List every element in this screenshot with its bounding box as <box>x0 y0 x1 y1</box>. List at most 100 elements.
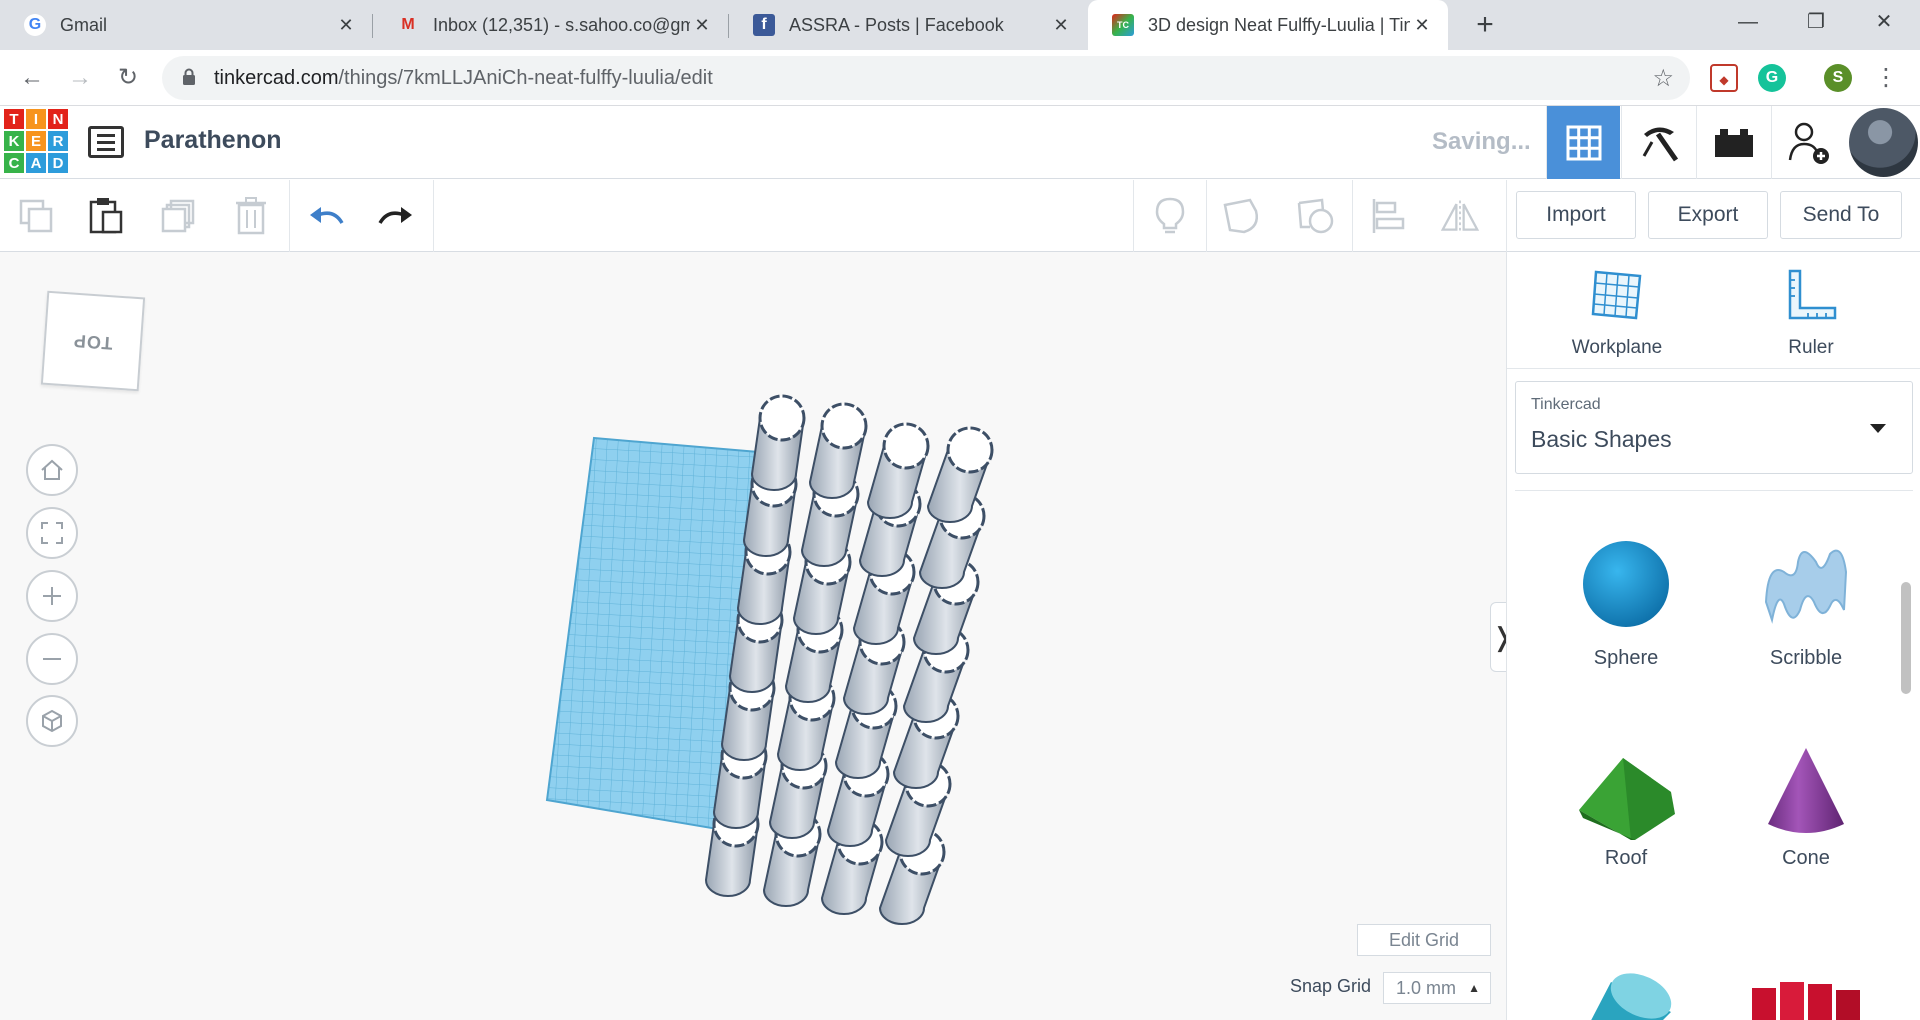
close-icon[interactable]: ✕ <box>334 15 358 36</box>
save-status: Saving... <box>1432 128 1531 155</box>
shape-label: Sphere <box>1593 647 1659 669</box>
panel-divider <box>1515 490 1913 491</box>
extension-shield-icon[interactable]: ◆ <box>1710 64 1738 92</box>
shape-label: Roof <box>1604 847 1648 869</box>
scene-view[interactable] <box>0 252 1506 1020</box>
paste-button[interactable] <box>86 196 126 236</box>
close-icon[interactable]: ✕ <box>1049 15 1073 36</box>
app-header: TIN KER CAD Parathenon Saving... <box>0 106 1920 179</box>
redo-icon <box>378 207 412 224</box>
3d-workplane-canvas[interactable]: TOP ❭ Edit Grid S <box>0 252 1506 1020</box>
workplane-tool[interactable]: Workplane <box>1547 268 1687 359</box>
toolbar-divider <box>1506 180 1507 252</box>
url-text: tinkercad.com/things/7kmLLJAniCh-neat-fu… <box>214 67 713 90</box>
cone-icon <box>1768 748 1844 833</box>
tab-title: Gmail <box>60 14 108 35</box>
lock-icon <box>183 68 195 85</box>
logo-letter: T <box>4 109 24 129</box>
shape-roof[interactable]: Roof <box>1546 742 1706 870</box>
tab-gmail[interactable]: G Gmail ✕ <box>0 0 372 50</box>
blocks-view-button[interactable] <box>1621 106 1695 179</box>
sphere-icon <box>1583 541 1669 627</box>
google-icon: G <box>24 14 46 36</box>
design-menu-icon[interactable] <box>88 126 124 158</box>
design-title[interactable]: Parathenon <box>144 126 282 155</box>
user-avatar[interactable] <box>1849 108 1918 177</box>
minimize-button[interactable]: — <box>1714 0 1782 44</box>
snap-grid-select[interactable]: 1.0 mm ▲ <box>1383 972 1491 1004</box>
group-icon <box>1223 198 1258 234</box>
url-input[interactable]: tinkercad.com/things/7kmLLJAniCh-neat-fu… <box>162 56 1690 100</box>
shape-cone[interactable]: Cone <box>1726 742 1886 870</box>
duplicate-button[interactable] <box>158 196 198 236</box>
reload-button[interactable]: ↻ <box>110 60 146 96</box>
shape-library-select[interactable]: Tinkercad Basic Shapes <box>1515 381 1913 474</box>
mirror-icon <box>1440 200 1480 232</box>
brick-icon <box>1714 128 1753 157</box>
shape-text[interactable] <box>1726 970 1886 1020</box>
column-top <box>882 422 930 470</box>
notes-button[interactable] <box>1150 196 1190 236</box>
tab-tinkercad[interactable]: TC 3D design Neat Fulffy-Luulia | Tin ✕ <box>1088 0 1448 50</box>
ungroup-button[interactable] <box>1296 196 1336 236</box>
grammarly-icon[interactable]: G <box>1758 64 1786 92</box>
url-path: /things/7kmLLJAniCh-neat-fulffy-luulia/e… <box>338 67 713 89</box>
edit-grid-button[interactable]: Edit Grid <box>1357 924 1491 956</box>
back-button[interactable]: ← <box>14 60 50 96</box>
shape-cylinder[interactable] <box>1546 952 1706 1020</box>
text-shape-icon <box>1752 982 1860 1020</box>
logo-letter: C <box>4 153 24 173</box>
align-button[interactable] <box>1368 196 1408 236</box>
shape-label: Scribble <box>1769 647 1843 669</box>
tab-facebook[interactable]: f ASSRA - Posts | Facebook ✕ <box>729 0 1087 50</box>
undo-icon <box>310 207 344 224</box>
clipboard-icon <box>89 198 123 234</box>
duplicate-icon <box>161 199 195 233</box>
delete-button[interactable] <box>231 196 271 236</box>
close-icon[interactable]: ✕ <box>690 15 714 36</box>
send-to-button[interactable]: Send To <box>1780 191 1902 239</box>
export-button[interactable]: Export <box>1648 191 1768 239</box>
ruler-icon <box>1788 269 1837 320</box>
roof-icon <box>1579 758 1675 840</box>
ruler-tool[interactable]: Ruler <box>1741 268 1881 359</box>
chevron-down-icon <box>1870 424 1886 433</box>
invite-user-button[interactable] <box>1771 106 1845 179</box>
forward-button[interactable]: → <box>62 60 98 96</box>
workplane-icon <box>1591 270 1642 320</box>
copy-button[interactable] <box>16 196 56 236</box>
logo-letter: I <box>26 109 46 129</box>
panel-scrollbar[interactable] <box>1901 582 1911 694</box>
redo-button[interactable] <box>376 196 416 236</box>
profile-avatar[interactable]: S <box>1824 64 1852 92</box>
bookmark-star-icon[interactable]: ☆ <box>1652 64 1674 93</box>
shape-sphere[interactable]: Sphere <box>1546 532 1706 670</box>
facebook-icon: f <box>753 14 775 36</box>
tab-title: ASSRA - Posts | Facebook <box>789 14 1004 35</box>
lightbulb-icon <box>1155 197 1185 234</box>
import-button[interactable]: Import <box>1516 191 1636 239</box>
panel-collapse-button[interactable]: ❭ <box>1490 602 1506 672</box>
shape-scribble[interactable]: Scribble <box>1726 532 1886 670</box>
undo-button[interactable] <box>306 196 346 236</box>
tab-inbox[interactable]: M Inbox (12,351) - s.sahoo.co@gma ✕ <box>373 0 728 50</box>
new-tab-button[interactable]: + <box>1466 6 1504 44</box>
logo-letter: R <box>48 131 68 151</box>
bricks-view-button[interactable] <box>1696 106 1770 179</box>
tinkercad-logo[interactable]: TIN KER CAD <box>4 109 68 173</box>
logo-letter: N <box>48 109 68 129</box>
restore-button[interactable]: ❐ <box>1782 0 1850 44</box>
workplane-label: Workplane <box>1571 337 1663 358</box>
3d-design-view-button[interactable] <box>1546 106 1620 179</box>
gmail-icon: M <box>401 16 415 33</box>
group-button[interactable] <box>1222 196 1262 236</box>
window-close-button[interactable]: ✕ <box>1850 0 1918 44</box>
column-top <box>946 426 994 474</box>
tab-title: 3D design Neat Fulffy-Luulia | Tin <box>1148 14 1410 35</box>
url-host: tinkercad.com <box>214 67 339 89</box>
mirror-button[interactable] <box>1440 196 1480 236</box>
browser-menu-icon[interactable]: ⋮ <box>1868 60 1904 96</box>
toolbar-divider <box>289 180 290 252</box>
browser-tab-strip: G Gmail ✕ M Inbox (12,351) - s.sahoo.co@… <box>0 0 1920 50</box>
close-icon[interactable]: ✕ <box>1410 15 1434 36</box>
